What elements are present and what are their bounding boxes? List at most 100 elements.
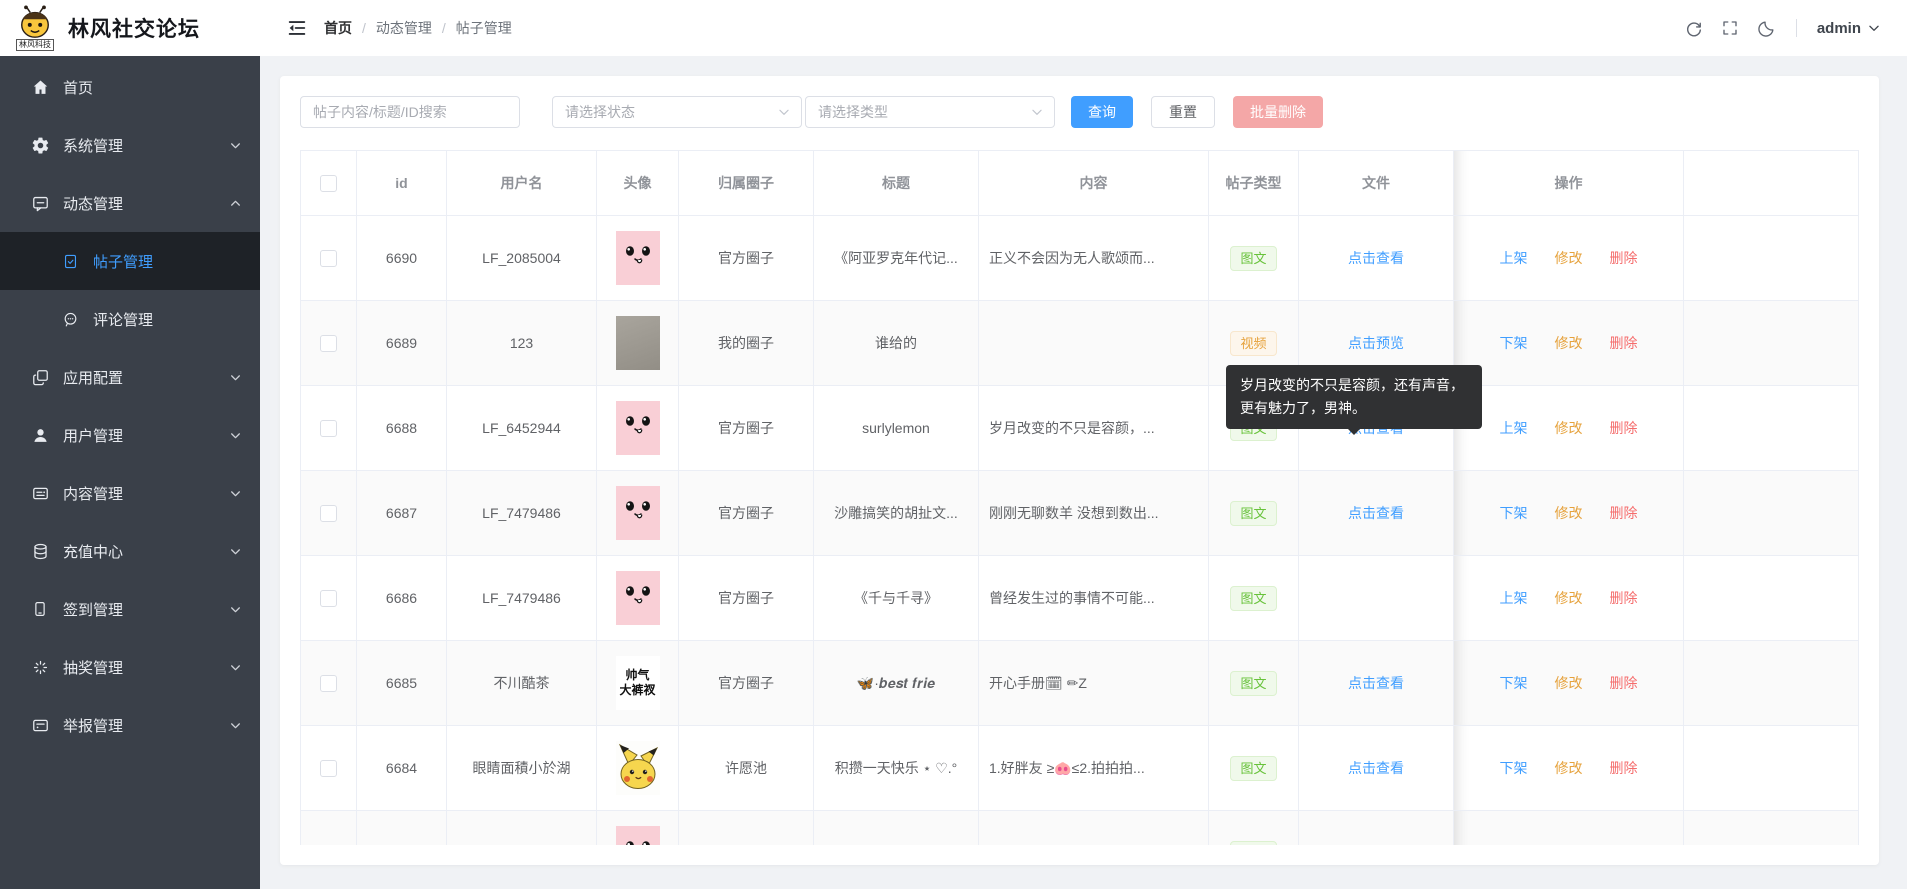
op-toggle-shelf-link[interactable]: 下架 xyxy=(1500,333,1528,353)
content-tooltip: 岁月改变的不只是容颜，还有声音，更有魅力了，男神。 xyxy=(1226,365,1482,429)
sidebar-item-checkin[interactable]: 签到管理 xyxy=(0,580,260,638)
cell-username: LF_6452944 xyxy=(447,386,597,470)
logo-caption: 林风科技 xyxy=(16,39,54,51)
chat-round-icon xyxy=(60,309,80,329)
cell-file xyxy=(1299,811,1454,845)
op-toggle-shelf-link[interactable]: 上架 xyxy=(1500,588,1528,608)
type-select[interactable]: 请选择类型 xyxy=(805,96,1055,128)
cell-file: 点击查看 xyxy=(1299,726,1454,810)
post-type-tag: 图文 xyxy=(1230,501,1276,526)
breadcrumb-dynamic[interactable]: 动态管理 xyxy=(376,18,432,38)
op-delete-link[interactable]: 删除 xyxy=(1610,673,1638,693)
cell-username: LF_2085004 xyxy=(447,216,597,300)
cell-username: 123 xyxy=(447,301,597,385)
cell-id: 6687 xyxy=(357,471,447,555)
row-filler-cell xyxy=(1684,811,1858,845)
column-header: 内容 xyxy=(979,151,1209,215)
row-checkbox[interactable] xyxy=(320,675,337,692)
cell-type: 图文 xyxy=(1209,216,1299,300)
op-edit-link[interactable]: 修改 xyxy=(1555,333,1583,353)
sidebar-item-users[interactable]: 用户管理 xyxy=(0,406,260,464)
status-select[interactable]: 请选择状态 xyxy=(552,96,802,128)
op-edit-link[interactable]: 修改 xyxy=(1555,758,1583,778)
sidebar-item-label: 帖子管理 xyxy=(93,251,153,272)
bee-logo-icon xyxy=(16,5,54,41)
breadcrumb-separator: / xyxy=(442,20,446,36)
op-delete-link[interactable]: 删除 xyxy=(1610,248,1638,268)
cell-title: 《千与千寻》 xyxy=(814,556,979,640)
op-toggle-shelf-link[interactable]: 下架 xyxy=(1500,673,1528,693)
reset-button[interactable]: 重置 xyxy=(1151,96,1215,128)
op-delete-link[interactable]: 删除 xyxy=(1610,843,1638,845)
avatar xyxy=(616,401,660,455)
cell-title: 沙雕搞笑的胡扯文... xyxy=(814,471,979,555)
chevron-down-icon xyxy=(1030,105,1044,119)
cell-avatar xyxy=(597,386,679,470)
search-input[interactable] xyxy=(300,96,520,128)
file-view-link[interactable]: 点击预览 xyxy=(1348,333,1404,353)
op-toggle-shelf-link[interactable]: 下架 xyxy=(1500,758,1528,778)
sidebar-item-home[interactable]: 首页 xyxy=(0,58,260,116)
row-checkbox[interactable] xyxy=(320,335,337,352)
file-view-link[interactable]: 点击查看 xyxy=(1348,673,1404,693)
breadcrumb-home[interactable]: 首页 xyxy=(324,18,352,38)
batch-delete-button[interactable]: 批量删除 xyxy=(1233,96,1323,128)
sidebar-item-comments[interactable]: 评论管理 xyxy=(0,290,260,348)
user-menu[interactable]: admin xyxy=(1817,20,1881,37)
filter-bar: 请选择状态 请选择类型 查询 重置 批量删除 xyxy=(300,96,1859,128)
collapse-menu-icon[interactable] xyxy=(286,17,308,39)
op-edit-link[interactable]: 修改 xyxy=(1555,673,1583,693)
row-checkbox[interactable] xyxy=(320,760,337,777)
breadcrumb-posts[interactable]: 帖子管理 xyxy=(456,18,512,38)
sidebar-item-posts[interactable]: 帖子管理 xyxy=(0,232,260,290)
op-toggle-shelf-link[interactable]: 上架 xyxy=(1500,248,1528,268)
sidebar-item-system[interactable]: 系统管理 xyxy=(0,116,260,174)
column-header: id xyxy=(357,151,447,215)
row-checkbox[interactable] xyxy=(320,505,337,522)
file-view-link[interactable]: 点击查看 xyxy=(1348,248,1404,268)
cell-avatar xyxy=(597,726,679,810)
op-edit-link[interactable]: 修改 xyxy=(1555,418,1583,438)
table-row: 6686LF_7479486官方圈子《千与千寻》曾经发生过的事情不可能...图文… xyxy=(301,556,1858,641)
row-checkbox[interactable] xyxy=(320,845,337,846)
op-delete-link[interactable]: 删除 xyxy=(1610,588,1638,608)
refresh-icon[interactable] xyxy=(1684,19,1703,38)
select-all-checkbox[interactable] xyxy=(320,175,337,192)
op-delete-link[interactable]: 删除 xyxy=(1610,333,1638,353)
op-delete-link[interactable]: 删除 xyxy=(1610,418,1638,438)
sidebar-item-app-config[interactable]: 应用配置 xyxy=(0,348,260,406)
op-edit-link[interactable]: 修改 xyxy=(1555,503,1583,523)
cell-content: 1.好胖友 ≥🐽≤2.拍拍拍... xyxy=(979,726,1209,810)
sidebar-item-dynamic[interactable]: 动态管理 xyxy=(0,174,260,232)
file-view-link[interactable]: 点击查看 xyxy=(1348,758,1404,778)
op-edit-link[interactable]: 修改 xyxy=(1555,843,1583,845)
row-checkbox[interactable] xyxy=(320,250,337,267)
op-delete-link[interactable]: 删除 xyxy=(1610,503,1638,523)
op-toggle-shelf-link[interactable]: 下架 xyxy=(1500,843,1528,845)
row-checkbox[interactable] xyxy=(320,420,337,437)
cell-ops: 下架 修改 删除 xyxy=(1454,726,1684,810)
query-button[interactable]: 查询 xyxy=(1071,96,1133,128)
moon-icon[interactable] xyxy=(1757,19,1776,38)
table-row: 6684眼睛面積小於湖许愿池积攒一天快乐 ⋆ ♡.°1.好胖友 ≥🐽≤2.拍拍拍… xyxy=(301,726,1858,811)
topbar: 首页 / 动态管理 / 帖子管理 admin xyxy=(260,0,1907,56)
op-toggle-shelf-link[interactable]: 上架 xyxy=(1500,418,1528,438)
sidebar-item-label: 评论管理 xyxy=(93,309,153,330)
avatar xyxy=(616,231,660,285)
op-edit-link[interactable]: 修改 xyxy=(1555,588,1583,608)
fullscreen-icon[interactable] xyxy=(1721,19,1739,37)
sidebar-item-lottery[interactable]: 抽奖管理 xyxy=(0,638,260,696)
file-view-link[interactable]: 点击查看 xyxy=(1348,503,1404,523)
sidebar-item-content[interactable]: 内容管理 xyxy=(0,464,260,522)
op-delete-link[interactable]: 删除 xyxy=(1610,758,1638,778)
post-type-tag: 图文 xyxy=(1230,246,1276,271)
op-edit-link[interactable]: 修改 xyxy=(1555,248,1583,268)
row-filler-cell xyxy=(1684,726,1858,810)
sidebar-item-recharge[interactable]: 充值中心 xyxy=(0,522,260,580)
chevron-down-icon xyxy=(1867,21,1881,35)
cell-ops: 下架 修改 删除 xyxy=(1454,641,1684,725)
sidebar-item-report[interactable]: 举报管理 xyxy=(0,696,260,754)
op-toggle-shelf-link[interactable]: 下架 xyxy=(1500,503,1528,523)
row-checkbox[interactable] xyxy=(320,590,337,607)
row-filler-cell xyxy=(1684,641,1858,725)
